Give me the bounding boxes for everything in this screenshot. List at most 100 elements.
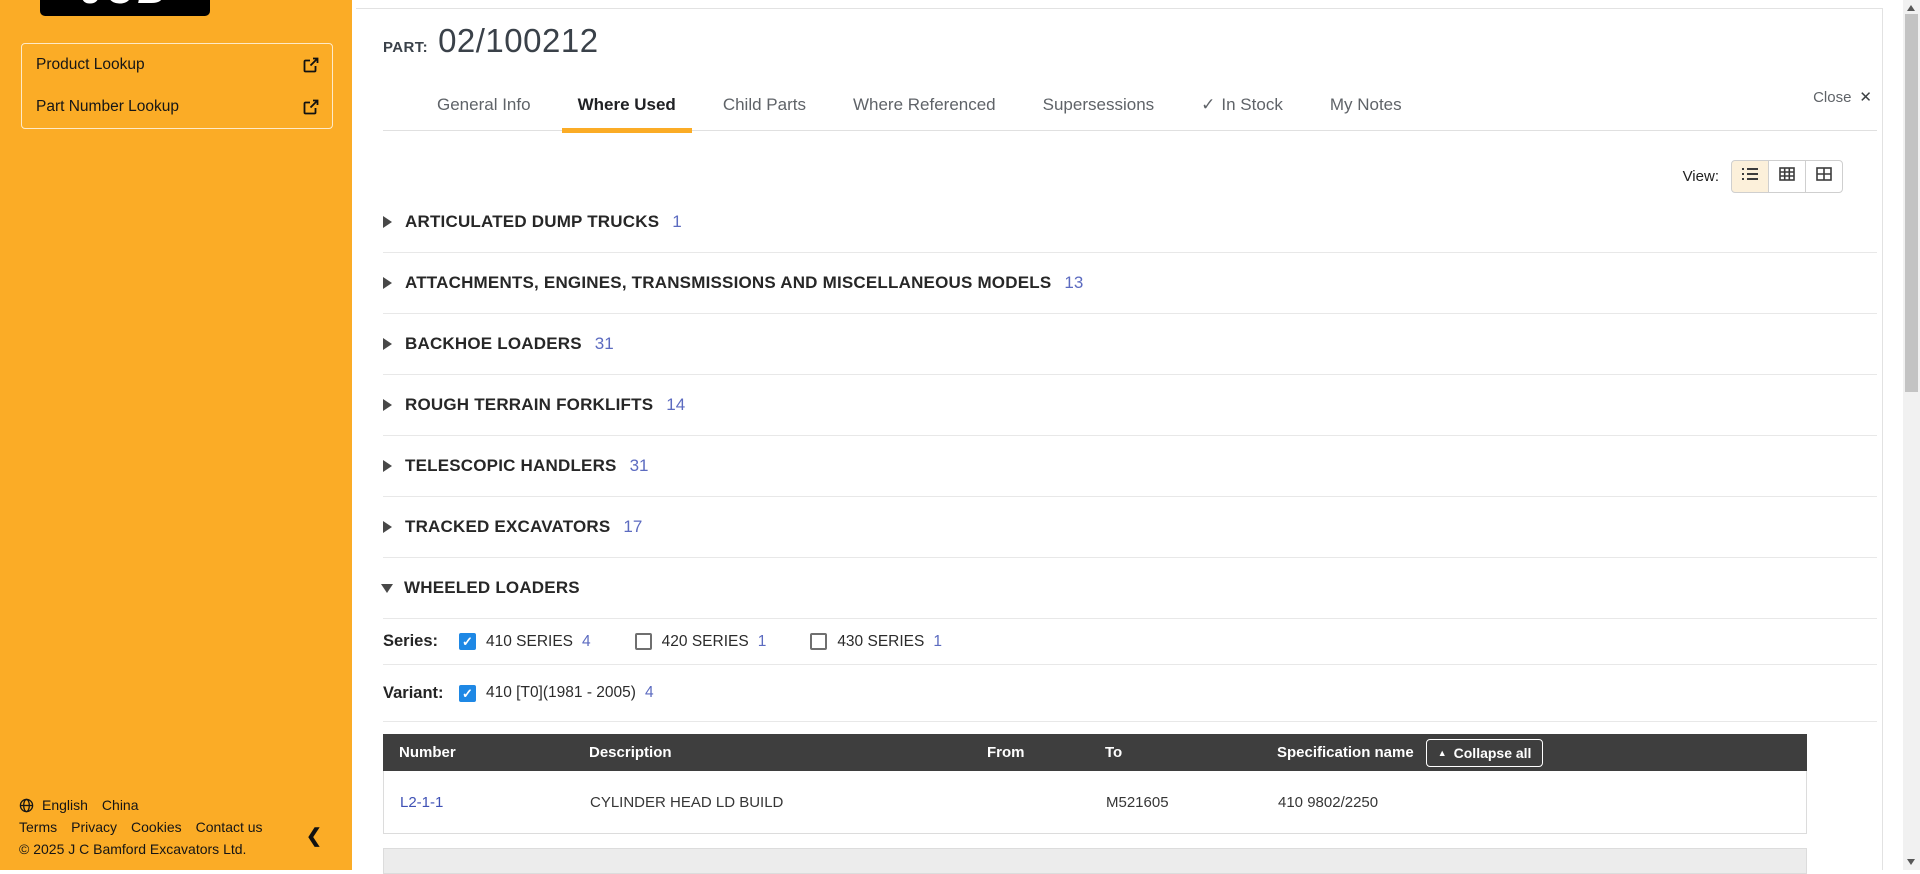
tab-general-info[interactable]: General Info [421, 80, 547, 130]
view-toggle-group [1731, 160, 1843, 193]
series-option-420[interactable]: 420 SERIES 1 [635, 633, 767, 651]
chevron-right-icon [383, 338, 392, 350]
checkbox-unchecked-icon[interactable] [635, 633, 652, 650]
view-toggle-row: View: [1683, 158, 1843, 194]
cell-description: CYLINDER HEAD LD BUILD [574, 794, 972, 811]
category-tracked-excavators[interactable]: TRACKED EXCAVATORS 17 [383, 497, 1877, 558]
tab-label: General Info [437, 95, 531, 115]
scroll-down-icon[interactable] [1907, 859, 1915, 865]
category-count: 31 [630, 456, 649, 476]
category-count: 13 [1064, 273, 1083, 293]
tab-where-used[interactable]: Where Used [562, 80, 692, 130]
category-label: ATTACHMENTS, ENGINES, TRANSMISSIONS AND … [405, 273, 1051, 293]
part-number: 02/100212 [438, 22, 599, 60]
lookup-menu: Product Lookup Part Number Lookup [21, 43, 333, 129]
category-count: 14 [666, 395, 685, 415]
part-header: PART: 02/100212 [383, 22, 599, 60]
check-icon: ✓ [1201, 95, 1215, 115]
option-label: 410 SERIES [486, 633, 573, 651]
category-label: WHEELED LOADERS [404, 578, 580, 598]
category-count: 1 [672, 212, 681, 232]
checkbox-checked-icon[interactable]: ✓ [459, 685, 476, 702]
option-count: 1 [933, 633, 942, 651]
product-lookup-label: Product Lookup [36, 56, 145, 74]
column-header-to: To [1089, 744, 1261, 761]
cell-specification-name: 410 9802/2250 [1262, 794, 1806, 811]
series-option-430[interactable]: 430 SERIES 1 [810, 633, 942, 651]
cookies-link[interactable]: Cookies [131, 819, 182, 835]
privacy-link[interactable]: Privacy [71, 819, 117, 835]
part-label: PART: [383, 39, 428, 56]
collapse-all-button[interactable]: ▲ Collapse all [1426, 739, 1544, 767]
tab-in-stock[interactable]: ✓ In Stock [1185, 80, 1299, 130]
sidebar-item-part-number-lookup[interactable]: Part Number Lookup [22, 86, 332, 128]
option-count: 4 [582, 633, 591, 651]
scroll-up-icon[interactable] [1907, 5, 1915, 11]
main-content: PART: 02/100212 Close ✕ General Info Whe… [352, 0, 1903, 870]
tab-label: Where Used [578, 95, 676, 115]
column-header-number: Number [383, 744, 573, 761]
sidebar: JCB Product Lookup Part Number Lookup [0, 0, 352, 870]
sidebar-collapse-icon[interactable]: ❮ [306, 825, 322, 848]
column-header-from: From [971, 744, 1089, 761]
series-label: Series: [383, 632, 459, 651]
option-label: 430 SERIES [837, 633, 924, 651]
checkbox-unchecked-icon[interactable] [810, 633, 827, 650]
tab-label: Supersessions [1043, 95, 1155, 115]
contact-us-link[interactable]: Contact us [196, 819, 263, 835]
series-filter-row: Series: ✓ 410 SERIES 4 420 SERIES 1 430 … [383, 619, 1877, 665]
chevron-right-icon [383, 399, 392, 411]
part-number-link[interactable]: L2-1-1 [400, 794, 443, 811]
category-backhoe-loaders[interactable]: BACKHOE LOADERS 31 [383, 314, 1877, 375]
variant-label: Variant: [383, 684, 459, 703]
tab-bar: General Info Where Used Child Parts Wher… [383, 80, 1877, 131]
tab-where-referenced[interactable]: Where Referenced [837, 80, 1012, 130]
category-wheeled-loaders[interactable]: WHEELED LOADERS [383, 558, 1877, 619]
terms-link[interactable]: Terms [19, 819, 57, 835]
category-rough-terrain-forklifts[interactable]: ROUGH TERRAIN FORKLIFTS 14 [383, 375, 1877, 436]
sidebar-item-product-lookup[interactable]: Product Lookup [22, 44, 332, 86]
variant-option-410-t0[interactable]: ✓ 410 [T0](1981 - 2005) 4 [459, 684, 654, 702]
variant-filter-row: Variant: ✓ 410 [T0](1981 - 2005) 4 [383, 665, 1877, 722]
chevron-right-icon [383, 521, 392, 533]
globe-icon [19, 798, 34, 813]
vertical-scrollbar[interactable] [1903, 0, 1920, 870]
category-label: TELESCOPIC HANDLERS [405, 456, 617, 476]
option-label: 420 SERIES [662, 633, 749, 651]
column-header-description: Description [573, 744, 971, 761]
category-telescopic-handlers[interactable]: TELESCOPIC HANDLERS 31 [383, 436, 1877, 497]
table-view-icon [1816, 167, 1832, 186]
tab-label: Where Referenced [853, 95, 996, 115]
category-count: 31 [595, 334, 614, 354]
view-label: View: [1683, 168, 1719, 185]
view-table-button[interactable] [1805, 160, 1843, 193]
tab-my-notes[interactable]: My Notes [1314, 80, 1418, 130]
copyright-text: © 2025 J C Bamford Excavators Ltd. [19, 841, 246, 857]
sidebar-footer: English China Terms Privacy Cookies Cont… [19, 794, 263, 860]
chevron-right-icon [383, 460, 392, 472]
scrollbar-thumb[interactable] [1905, 14, 1918, 392]
cell-to: M521605 [1090, 794, 1262, 811]
caret-up-icon: ▲ [1438, 748, 1447, 758]
view-grid-button[interactable] [1768, 160, 1806, 193]
tab-label: Child Parts [723, 95, 806, 115]
country-selector[interactable]: China [102, 797, 139, 813]
checkbox-checked-icon[interactable]: ✓ [459, 633, 476, 650]
language-selector[interactable]: English [42, 797, 88, 813]
series-option-410[interactable]: ✓ 410 SERIES 4 [459, 633, 591, 651]
category-attachments-engines[interactable]: ATTACHMENTS, ENGINES, TRANSMISSIONS AND … [383, 253, 1877, 314]
option-count: 1 [758, 633, 767, 651]
tab-child-parts[interactable]: Child Parts [707, 80, 822, 130]
option-count: 4 [645, 684, 654, 702]
chevron-right-icon [383, 277, 392, 289]
chevron-down-icon [381, 584, 393, 593]
category-label: BACKHOE LOADERS [405, 334, 582, 354]
chevron-right-icon [383, 216, 392, 228]
tab-label: In Stock [1221, 95, 1282, 115]
jcb-logo: JCB [40, 0, 210, 16]
external-link-icon [303, 99, 319, 115]
category-articulated-dump-trucks[interactable]: ARTICULATED DUMP TRUCKS 1 [383, 192, 1877, 253]
tab-supersessions[interactable]: Supersessions [1027, 80, 1171, 130]
view-list-button[interactable] [1731, 160, 1769, 193]
category-count: 17 [623, 517, 642, 537]
